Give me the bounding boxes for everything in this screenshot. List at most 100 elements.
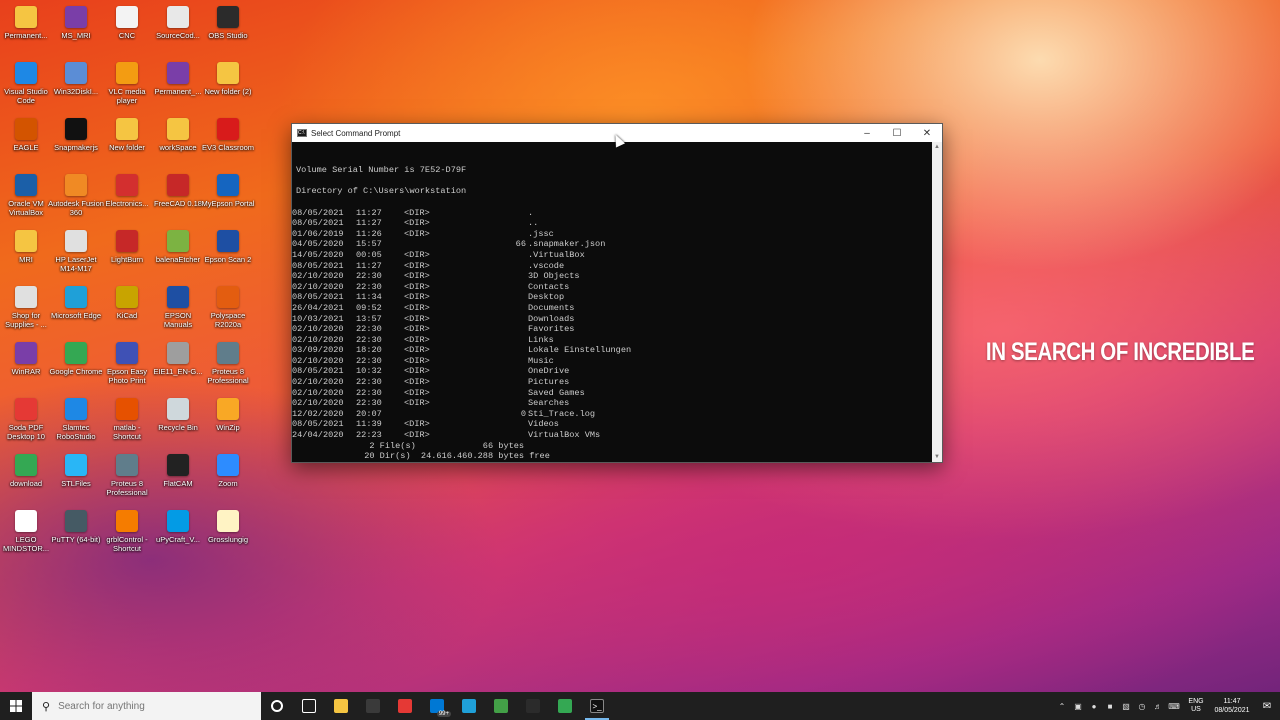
desktop-shortcut[interactable]: EIE11_EN-G... bbox=[152, 342, 204, 376]
keyboard-icon[interactable]: ⌨ bbox=[1166, 692, 1182, 720]
entry-kind: <DIR> bbox=[404, 260, 430, 271]
desktop-shortcut[interactable]: MRI bbox=[0, 230, 52, 264]
desktop-shortcut[interactable]: Proteus 8 Professional bbox=[101, 454, 153, 497]
input-language[interactable]: ENG US bbox=[1182, 698, 1210, 714]
folder-icon bbox=[116, 118, 138, 140]
desktop-shortcut[interactable]: PuTTY (64-bit) bbox=[50, 510, 102, 544]
desktop-shortcut[interactable]: Oracle VM VirtualBox bbox=[0, 174, 52, 217]
scroll-up-arrow-icon[interactable]: ▲ bbox=[932, 142, 942, 152]
network-icon[interactable]: ▧ bbox=[1118, 692, 1134, 720]
desktop-shortcut[interactable]: EV3 Classroom bbox=[202, 118, 254, 152]
chrome-icon bbox=[15, 454, 37, 476]
desktop-shortcut[interactable]: Epson Scan 2 bbox=[202, 230, 254, 264]
desktop-shortcut[interactable]: matlab - Shortcut bbox=[101, 398, 153, 441]
console-output[interactable]: Volume Serial Number is 7E52-D79F Directo… bbox=[292, 142, 932, 462]
tray-app-icon[interactable]: ■ bbox=[1102, 692, 1118, 720]
desktop-shortcut[interactable]: balenaEtcher bbox=[152, 230, 204, 264]
minimize-button[interactable]: – bbox=[852, 124, 882, 142]
desktop-shortcut[interactable]: Win32DiskI... bbox=[50, 62, 102, 96]
desktop-shortcut[interactable]: CNC bbox=[101, 6, 153, 40]
chevron-up-icon[interactable]: ⌃ bbox=[1054, 692, 1070, 720]
desktop-shortcut[interactable]: HP LaserJet M14-M17 bbox=[50, 230, 102, 273]
video-caption: IN SEARCH OF INCREDIBLE bbox=[985, 338, 1255, 366]
search-input[interactable] bbox=[58, 700, 249, 712]
taskbar-button[interactable] bbox=[261, 692, 293, 720]
desktop-shortcut[interactable]: Permanent_... bbox=[152, 62, 204, 96]
desktop-shortcut[interactable]: workSpace bbox=[152, 118, 204, 152]
printer-icon bbox=[65, 230, 87, 252]
taskbar-button[interactable]: >_ bbox=[581, 692, 613, 720]
entry-kind: <DIR> bbox=[404, 419, 430, 430]
desktop-shortcut[interactable]: EAGLE bbox=[0, 118, 52, 152]
entry-date: 02/10/2020 bbox=[292, 377, 344, 388]
desktop-shortcut[interactable]: Google Chrome bbox=[50, 342, 102, 376]
desktop-shortcut[interactable]: SourceCod... bbox=[152, 6, 204, 40]
tray-app-icon[interactable]: ▣ bbox=[1070, 692, 1086, 720]
desktop-shortcut[interactable]: KiCad bbox=[101, 286, 153, 320]
desktop-shortcut[interactable]: uPyCraft_V... bbox=[152, 510, 204, 544]
notifications-icon[interactable]: ✉ bbox=[1254, 692, 1280, 720]
desktop-shortcut[interactable]: LEGO MINDSTOR... bbox=[0, 510, 52, 553]
desktop-shortcut[interactable]: Polyspace R2020a bbox=[202, 286, 254, 329]
desktop-shortcut[interactable]: download bbox=[0, 454, 52, 488]
wifi-icon[interactable]: ◷ bbox=[1134, 692, 1150, 720]
close-button[interactable]: ✕ bbox=[912, 124, 942, 142]
taskbar-button[interactable] bbox=[293, 692, 325, 720]
desktop-shortcut[interactable]: Soda PDF Desktop 10 bbox=[0, 398, 52, 441]
taskbar-button[interactable] bbox=[485, 692, 517, 720]
taskbar-button[interactable]: 99+ bbox=[421, 692, 453, 720]
shortcut-label: Soda PDF Desktop 10 bbox=[7, 423, 45, 441]
taskbar-button[interactable] bbox=[453, 692, 485, 720]
winrar-icon bbox=[65, 6, 87, 28]
shortcut-label: workSpace bbox=[159, 143, 197, 152]
desktop-shortcut[interactable]: Proteus 8 Professional bbox=[202, 342, 254, 385]
desktop-shortcut[interactable]: MyEpson Portal bbox=[202, 174, 254, 208]
desktop-shortcut[interactable]: Shop for Supplies - ... bbox=[0, 286, 52, 329]
desktop-shortcut[interactable]: FreeCAD 0.18 bbox=[152, 174, 204, 208]
desktop-shortcut[interactable]: New folder bbox=[101, 118, 153, 152]
desktop-shortcut[interactable]: grblControl - Shortcut bbox=[101, 510, 153, 553]
command-prompt-window[interactable]: C:\ Select Command Prompt – ☐ ✕ Volume S… bbox=[291, 123, 943, 463]
desktop-shortcut[interactable]: STLFiles bbox=[50, 454, 102, 488]
entry-date: 02/10/2020 bbox=[292, 398, 344, 409]
taskbar-button[interactable] bbox=[517, 692, 549, 720]
desktop-shortcut[interactable]: Slamtec RoboStudio bbox=[50, 398, 102, 441]
desktop-shortcut[interactable]: LightBurn bbox=[101, 230, 153, 264]
obs-icon bbox=[217, 6, 239, 28]
desktop-shortcut[interactable]: WinRAR bbox=[0, 342, 52, 376]
desktop-shortcut[interactable]: EPSON Manuals bbox=[152, 286, 204, 329]
taskbar-search[interactable]: ⚲ bbox=[32, 692, 261, 720]
vertical-scrollbar[interactable]: ▲ ▼ bbox=[932, 142, 942, 462]
maximize-button[interactable]: ☐ bbox=[882, 124, 912, 142]
desktop-shortcut[interactable]: Microsoft Edge bbox=[50, 286, 102, 320]
desktop-shortcut[interactable]: Autodesk Fusion 360 bbox=[48, 174, 104, 217]
desktop-shortcut[interactable]: OBS Studio bbox=[202, 6, 254, 40]
desktop-shortcut[interactable]: VLC media player bbox=[101, 62, 153, 105]
desktop-shortcut[interactable]: Recycle Bin bbox=[152, 398, 204, 432]
dir-entry-row: 02/10/2020 22:30 <DIR> Music bbox=[292, 356, 932, 367]
entry-kind: <DIR> bbox=[404, 271, 430, 282]
desktop-shortcut[interactable]: Epson Easy Photo Print bbox=[101, 342, 153, 385]
desktop-shortcut[interactable]: MS_MRI bbox=[50, 6, 102, 40]
start-button[interactable] bbox=[0, 692, 32, 720]
desktop-shortcut[interactable]: Permanent... bbox=[0, 6, 52, 40]
entry-kind: <DIR> bbox=[404, 292, 430, 303]
desktop-shortcut[interactable]: WinZip bbox=[202, 398, 254, 432]
desktop-shortcut[interactable]: New folder (2) bbox=[202, 62, 254, 96]
taskbar-button[interactable] bbox=[357, 692, 389, 720]
desktop-shortcut[interactable]: Visual Studio Code bbox=[0, 62, 52, 105]
desktop-shortcut[interactable]: Zoom bbox=[202, 454, 254, 488]
shortcut-label: LEGO MINDSTOR... bbox=[2, 535, 50, 553]
clock[interactable]: 11:47 08/05/2021 bbox=[1210, 697, 1254, 715]
shortcut-label: Zoom bbox=[218, 479, 238, 488]
taskbar-button[interactable] bbox=[325, 692, 357, 720]
taskbar-button[interactable] bbox=[389, 692, 421, 720]
desktop-shortcut[interactable]: FlatCAM bbox=[152, 454, 204, 488]
desktop-shortcut[interactable]: Electronics... bbox=[101, 174, 153, 208]
taskbar-button[interactable] bbox=[549, 692, 581, 720]
desktop-shortcut[interactable]: Grosslungig bbox=[202, 510, 254, 544]
scroll-down-arrow-icon[interactable]: ▼ bbox=[932, 452, 942, 462]
volume-icon[interactable]: ♬ bbox=[1150, 692, 1166, 720]
desktop-shortcut[interactable]: Snapmakerjs bbox=[50, 118, 102, 152]
tray-app-icon[interactable]: ● bbox=[1086, 692, 1102, 720]
